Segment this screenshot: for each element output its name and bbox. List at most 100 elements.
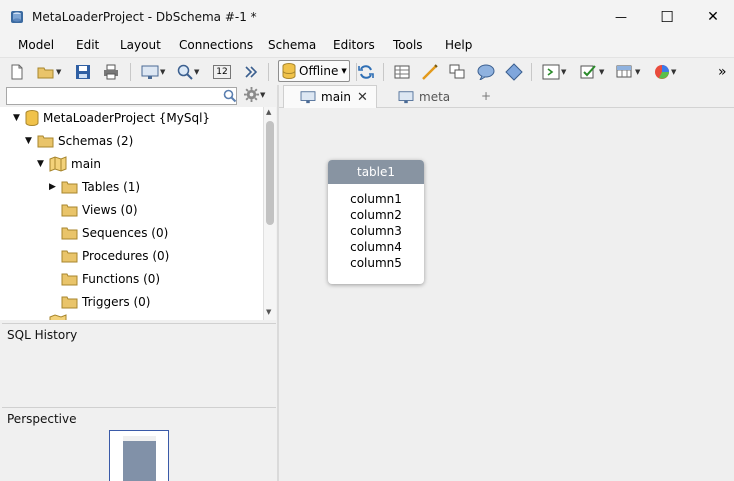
folder-icon — [61, 181, 78, 194]
refresh-button[interactable] — [358, 61, 374, 83]
dropdown-arrow-icon: ▼ — [194, 68, 200, 76]
menu-editors[interactable]: Editors — [333, 38, 375, 52]
column-item[interactable]: column5 — [328, 255, 424, 271]
toolbar-separator — [130, 63, 131, 81]
window-title: MetaLoaderProject - DbSchema #-1 * — [32, 10, 257, 24]
dropdown-arrow-icon: ▼ — [599, 68, 605, 76]
close-tab-icon[interactable]: ✕ — [357, 90, 368, 105]
layout-tab-icon — [398, 90, 414, 103]
new-file-button[interactable] — [10, 61, 24, 83]
menu-edit[interactable]: Edit — [76, 38, 99, 52]
zoom-level-button[interactable]: 12 — [213, 61, 231, 83]
print-button[interactable] — [103, 61, 119, 83]
zoom-button[interactable]: ▼ — [177, 61, 199, 83]
checklist-button[interactable]: ▼ — [580, 61, 604, 83]
tree-settings-button[interactable]: ▼ — [244, 87, 265, 102]
table-entity[interactable]: table1 column1 column2 column3 column4 c… — [328, 160, 424, 284]
column-item[interactable]: column3 — [328, 223, 424, 239]
query-button[interactable]: ▼ — [542, 61, 566, 83]
chart-button[interactable]: ▼ — [654, 61, 676, 83]
title-bar: MetaLoaderProject - DbSchema #-1 * — ☐ ✕ — [0, 0, 734, 34]
perspective-title: Perspective — [7, 412, 77, 426]
chart-icon — [655, 65, 669, 79]
expanded-arrow-icon: ▼ — [25, 136, 32, 146]
add-tab-button[interactable]: + — [481, 89, 491, 103]
maximize-icon: ☐ — [660, 8, 674, 26]
grid-button[interactable] — [394, 61, 410, 83]
zoom-level-icon: 12 — [213, 65, 231, 79]
perspective-table-preview — [123, 436, 156, 481]
column-item[interactable]: column4 — [328, 239, 424, 255]
tab-meta[interactable]: meta — [382, 85, 466, 108]
zoom-icon — [177, 64, 193, 80]
tree-item-functions[interactable]: Functions (0) — [61, 269, 160, 289]
save-button[interactable] — [75, 61, 91, 83]
chevron-down-icon: ▼ — [341, 67, 347, 75]
menu-schema[interactable]: Schema — [268, 38, 316, 52]
menu-connections[interactable]: Connections — [179, 38, 253, 52]
toolbar-separator — [268, 63, 269, 81]
menu-bar: Model Edit Layout Connections Schema Edi… — [0, 34, 734, 57]
connection-status-dropdown[interactable]: Offline ▼ — [278, 60, 350, 82]
open-button[interactable]: ▼ — [37, 61, 61, 83]
tree-item-label: Schemas (2) — [58, 134, 134, 148]
tree-item-label: Triggers (0) — [82, 295, 151, 309]
column-list: column1 column2 column3 column4 column5 — [328, 184, 424, 271]
duplicate-icon — [449, 64, 465, 79]
dropdown-arrow-icon: ▼ — [635, 68, 641, 76]
tree-item-views[interactable]: Views (0) — [61, 200, 138, 220]
menu-tools[interactable]: Tools — [393, 38, 423, 52]
column-item[interactable]: column1 — [328, 191, 424, 207]
tree-scrollbar[interactable]: ▲ ▼ — [263, 107, 276, 320]
folder-icon — [61, 204, 78, 217]
diagram-canvas[interactable]: table1 column1 column2 column3 column4 c… — [279, 108, 734, 481]
overflow-button[interactable]: » — [718, 61, 727, 83]
column-item[interactable]: column2 — [328, 207, 424, 223]
dropdown-arrow-icon: ▼ — [160, 68, 166, 76]
table-editor-button[interactable]: ▼ — [616, 61, 640, 83]
perspective-viewport[interactable] — [109, 430, 169, 481]
expanded-arrow-icon: ▼ — [13, 113, 20, 123]
scroll-down-icon[interactable]: ▼ — [266, 308, 271, 316]
table-editor-icon — [616, 65, 632, 78]
tree-item-partial — [49, 312, 71, 320]
menu-layout[interactable]: Layout — [120, 38, 161, 52]
tab-main[interactable]: main ✕ — [283, 85, 377, 108]
tree-item-schemas[interactable]: ▼ Schemas (2) — [25, 131, 133, 151]
menu-model[interactable]: Model — [18, 38, 54, 52]
screen-button[interactable]: ▼ — [141, 61, 165, 83]
close-button[interactable]: ✕ — [690, 0, 734, 34]
scroll-up-icon[interactable]: ▲ — [266, 108, 271, 116]
duplicate-button[interactable] — [449, 61, 465, 83]
dropdown-arrow-icon: ▼ — [561, 68, 567, 76]
screen-icon — [141, 65, 159, 79]
tree-item-sequences[interactable]: Sequences (0) — [61, 223, 168, 243]
left-panel: ▼ ▼ MetaLoaderProject {MySql} ▼ Schemas … — [0, 85, 278, 481]
tree-item-schema-main[interactable]: ▼ main — [37, 154, 101, 174]
tree-item-tables[interactable]: ▶ Tables (1) — [49, 177, 140, 197]
folder-icon — [61, 296, 78, 309]
search-button[interactable] — [223, 89, 237, 106]
print-icon — [104, 64, 118, 80]
maximize-button[interactable]: ☐ — [644, 0, 690, 34]
tree-item-project[interactable]: ▼ MetaLoaderProject {MySql} — [13, 108, 210, 128]
scrollbar-thumb[interactable] — [266, 121, 274, 225]
grid-icon — [394, 65, 410, 79]
tree-search-input[interactable] — [6, 87, 237, 105]
tree-item-procedures[interactable]: Procedures (0) — [61, 246, 169, 266]
tree-item-label: Sequences (0) — [82, 226, 169, 240]
forward-button[interactable] — [244, 61, 258, 83]
menu-help[interactable]: Help — [445, 38, 472, 52]
search-icon — [223, 89, 237, 103]
sql-history-title: SQL History — [7, 328, 78, 342]
comment-button[interactable] — [477, 61, 495, 83]
refresh-icon — [358, 65, 374, 79]
table-header[interactable]: table1 — [328, 160, 424, 184]
close-icon: ✕ — [707, 9, 719, 25]
pencil-button[interactable] — [421, 61, 439, 83]
database-icon — [25, 110, 39, 126]
minimize-button[interactable]: — — [598, 0, 644, 34]
tab-meta-label: meta — [419, 89, 451, 104]
tree-item-triggers[interactable]: Triggers (0) — [61, 292, 150, 312]
diamond-button[interactable] — [505, 61, 523, 83]
